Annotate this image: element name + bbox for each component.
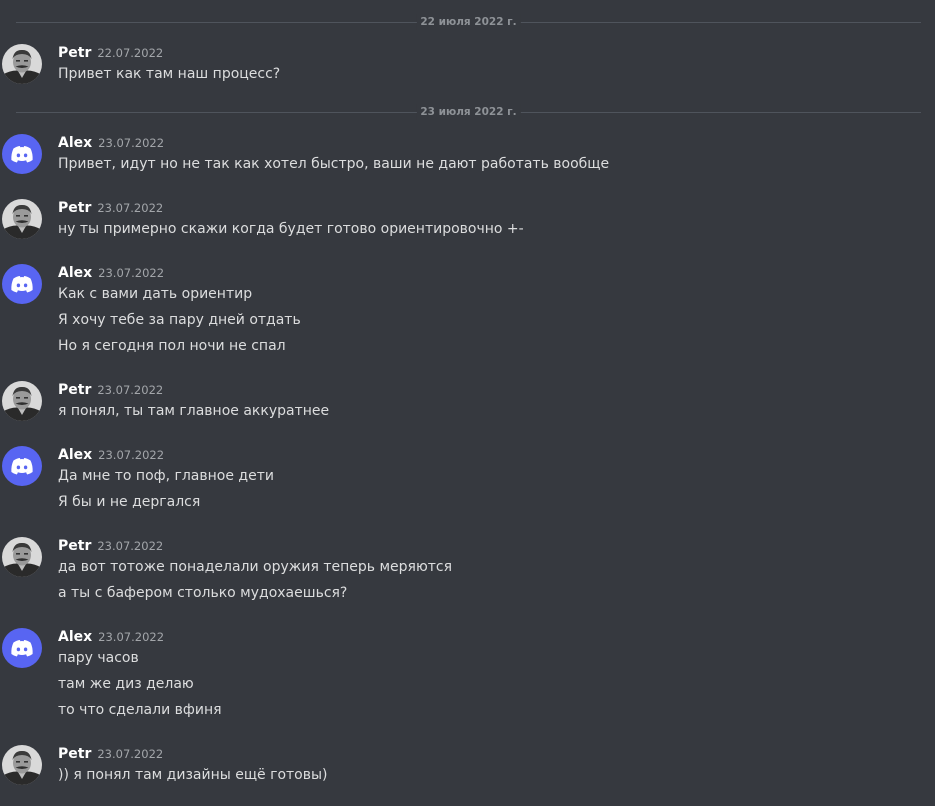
username[interactable]: Petr	[58, 45, 91, 61]
message-text: там же диз делаю	[58, 676, 194, 692]
message-timestamp[interactable]: 23.07.2022	[97, 747, 163, 761]
message: Petr 23.07.2022 )) я понял там дизайны ещё…	[0, 745, 935, 791]
date-divider-label: 23 июля 2022 г.	[416, 104, 521, 120]
message-text: а ты с бафером столько мудохаешься?	[58, 585, 348, 601]
message-header: Alex 23.07.2022	[58, 134, 164, 152]
message-text: Привет, идут но не так как хотел быстро,…	[58, 156, 610, 172]
message-text: Я хочу тебе за пару дней отдать	[58, 312, 301, 328]
message: Petr 23.07.2022 ну ты примерно скажи когда…	[0, 199, 935, 245]
message-timestamp[interactable]: 23.07.2022	[98, 136, 164, 150]
message-timestamp[interactable]: 23.07.2022	[97, 201, 163, 215]
message-text: Я бы и не дергался	[58, 494, 201, 510]
message-text: ну ты примерно скажи когда будет готово …	[58, 221, 524, 237]
message-text: )) я понял там дизайны ещё готовы)	[58, 767, 328, 783]
message: Petr 22.07.2022 Привет как там наш процесс…	[0, 44, 935, 90]
portrait-avatar-icon[interactable]	[2, 199, 42, 239]
username[interactable]: Petr	[58, 538, 91, 554]
username[interactable]: Alex	[58, 447, 92, 463]
date-divider: 23 июля 2022 г.	[16, 104, 921, 120]
discord-logo-icon[interactable]	[2, 134, 42, 174]
message-timestamp[interactable]: 23.07.2022	[98, 448, 164, 462]
discord-logo-icon[interactable]	[2, 628, 42, 668]
message-header: Petr 23.07.2022	[58, 381, 163, 399]
username[interactable]: Petr	[58, 382, 91, 398]
message-header: Alex 23.07.2022	[58, 264, 164, 282]
message-text: то что сделали вфиня	[58, 702, 222, 718]
date-divider-label: 22 июля 2022 г.	[416, 14, 521, 30]
message-text: я понял, ты там главное аккуратнее	[58, 403, 330, 419]
message-header: Petr 22.07.2022	[58, 44, 163, 62]
message: Alex 23.07.2022 Как с вами дать ориентир Я …	[0, 264, 935, 362]
message-text: Как с вами дать ориентир	[58, 286, 253, 302]
message: Petr 23.07.2022 я понял, ты там главное ак…	[0, 381, 935, 427]
message-header: Petr 23.07.2022	[58, 199, 163, 217]
message: Alex 23.07.2022 Да мне то поф, главное дет…	[0, 446, 935, 518]
message: Alex 23.07.2022 Привет, идут но не так как…	[0, 134, 935, 180]
message-header: Petr 23.07.2022	[58, 745, 163, 763]
username[interactable]: Petr	[58, 746, 91, 762]
message-header: Petr 23.07.2022	[58, 537, 163, 555]
message: Petr 23.07.2022 да вот тотоже понаделали о…	[0, 537, 935, 609]
username[interactable]: Alex	[58, 265, 92, 281]
portrait-avatar-icon[interactable]	[2, 381, 42, 421]
message-header: Alex 23.07.2022	[58, 628, 164, 646]
message-timestamp[interactable]: 23.07.2022	[98, 266, 164, 280]
username[interactable]: Petr	[58, 200, 91, 216]
message-text: да вот тотоже понаделали оружия теперь м…	[58, 559, 453, 575]
message: Alex 23.07.2022 пару часов там же диз делаю…	[0, 628, 935, 726]
discord-logo-icon[interactable]	[2, 446, 42, 486]
message-timestamp[interactable]: 23.07.2022	[98, 630, 164, 644]
portrait-avatar-icon[interactable]	[2, 44, 42, 84]
date-divider: 22 июля 2022 г.	[16, 14, 921, 30]
discord-logo-icon[interactable]	[2, 264, 42, 304]
message-text: Привет как там наш процесс?	[58, 66, 281, 82]
portrait-avatar-icon[interactable]	[2, 745, 42, 785]
username[interactable]: Alex	[58, 629, 92, 645]
message-timestamp[interactable]: 22.07.2022	[97, 46, 163, 60]
message-header: Alex 23.07.2022	[58, 446, 164, 464]
message-timestamp[interactable]: 23.07.2022	[97, 539, 163, 553]
username[interactable]: Alex	[58, 135, 92, 151]
message-timestamp[interactable]: 23.07.2022	[97, 383, 163, 397]
message-text: Да мне то поф, главное дети	[58, 468, 274, 484]
message-text: Но я сегодня пол ночи не спал	[58, 338, 286, 354]
portrait-avatar-icon[interactable]	[2, 537, 42, 577]
message-text: пару часов	[58, 650, 139, 666]
